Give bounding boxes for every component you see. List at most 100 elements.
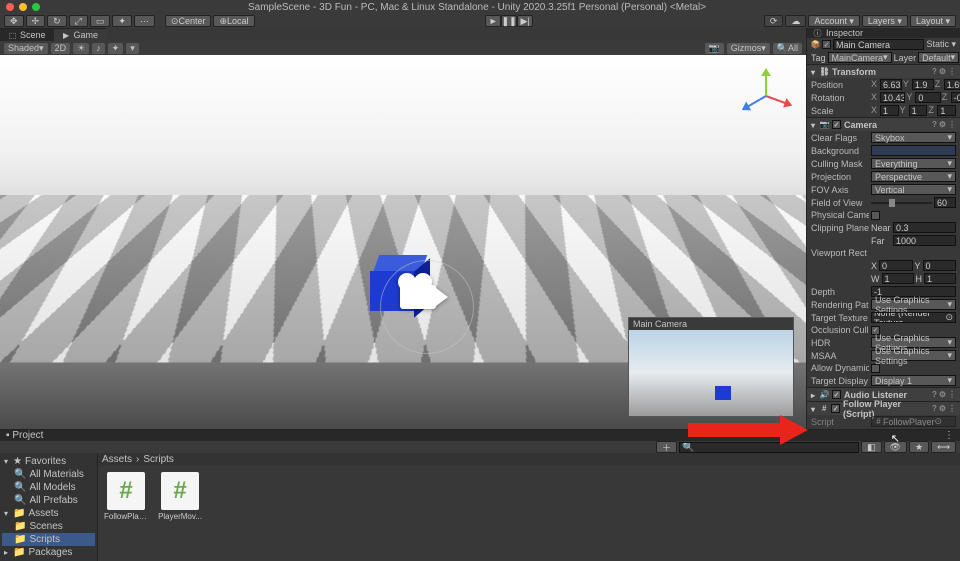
- close-window-button[interactable]: [6, 3, 14, 11]
- fov-value[interactable]: 60: [934, 197, 956, 208]
- move-tool[interactable]: ✢: [26, 15, 46, 27]
- tag-dropdown[interactable]: MainCamera▾: [828, 52, 892, 63]
- project-search[interactable]: 🔍: [679, 442, 859, 453]
- fav-all-prefabs[interactable]: 🔍 All Prefabs: [2, 494, 95, 507]
- gizmos-dropdown[interactable]: Gizmos ▾: [727, 43, 770, 54]
- scene-viewport[interactable]: Main Camera: [0, 55, 806, 429]
- tab-inspector[interactable]: ⓘInspector: [807, 28, 960, 38]
- toggle-skybox[interactable]: ▾: [126, 43, 139, 54]
- layout-dropdown[interactable]: Layout ▾: [910, 15, 956, 27]
- toggle-2d[interactable]: 2D: [51, 43, 71, 54]
- pos-z[interactable]: 1.69: [944, 79, 960, 90]
- orientation-gizmo[interactable]: [738, 67, 794, 123]
- menu-icon[interactable]: ⋮: [948, 390, 956, 399]
- follow-player-header[interactable]: #✓Follow Player (Script)?⚙⋮: [807, 402, 960, 415]
- menu-icon[interactable]: ⋮: [948, 120, 956, 129]
- fov-axis-dropdown[interactable]: Vertical▾: [871, 184, 956, 195]
- tab-scene[interactable]: ⬚Scene: [0, 28, 54, 41]
- dynres-checkbox[interactable]: [871, 364, 880, 373]
- filter-button[interactable]: ◧: [861, 441, 882, 453]
- viewport-y[interactable]: 0: [923, 260, 956, 271]
- layers-dropdown[interactable]: Layers ▾: [862, 15, 908, 27]
- msaa-dropdown[interactable]: Use Graphics Settings▾: [871, 350, 956, 361]
- rot-y[interactable]: 0: [915, 92, 940, 103]
- assets-folder[interactable]: 📁 Assets: [2, 507, 95, 520]
- maximize-window-button[interactable]: [32, 3, 40, 11]
- rot-x[interactable]: 10.434: [880, 92, 905, 103]
- scl-x[interactable]: 1: [880, 105, 899, 116]
- render-path-dropdown[interactable]: Use Graphics Settings▾: [871, 299, 956, 310]
- fov-slider[interactable]: [871, 202, 932, 204]
- breadcrumb-assets[interactable]: Assets: [102, 454, 132, 465]
- help-icon[interactable]: ?: [932, 404, 937, 413]
- fav-button[interactable]: ★: [909, 441, 929, 453]
- multi-tool[interactable]: ✦: [112, 15, 132, 27]
- tab-project[interactable]: ▪ Project: [6, 430, 43, 441]
- asset-playermovement[interactable]: # PlayerMov...: [158, 472, 202, 555]
- toggle-lighting[interactable]: ☀: [73, 43, 89, 54]
- target-display-dropdown[interactable]: Display 1▾: [871, 375, 956, 386]
- scl-z[interactable]: 1: [937, 105, 956, 116]
- scale-tool[interactable]: ⤢: [69, 15, 88, 27]
- scl-y[interactable]: 1: [909, 105, 928, 116]
- follow-enabled-checkbox[interactable]: ✓: [831, 404, 840, 413]
- project-menu-icon[interactable]: ⋮: [944, 430, 954, 441]
- pos-y[interactable]: 1.9: [912, 79, 934, 90]
- custom-tool[interactable]: ⋯: [134, 15, 155, 27]
- pivot-local-toggle[interactable]: ⊕ Local: [213, 15, 254, 27]
- layer-dropdown[interactable]: Default▾: [918, 52, 959, 63]
- transform-header[interactable]: ⛓Transform?⚙⋮: [807, 65, 960, 78]
- clear-flags-dropdown[interactable]: Skybox▾: [871, 132, 956, 143]
- preset-icon[interactable]: ⚙: [939, 67, 946, 76]
- slider-icon[interactable]: ⟷: [931, 441, 956, 453]
- camera-header[interactable]: 📷✓Camera?⚙⋮: [807, 118, 960, 131]
- preset-icon[interactable]: ⚙: [939, 390, 946, 399]
- breadcrumb-scripts[interactable]: Scripts: [143, 454, 174, 465]
- rotate-tool[interactable]: ↻: [47, 15, 67, 27]
- account-dropdown[interactable]: Account ▾: [808, 15, 860, 27]
- tab-game[interactable]: ▶Game: [54, 28, 107, 41]
- camera-gizmo-icon[interactable]: [400, 285, 436, 309]
- projection-dropdown[interactable]: Perspective▾: [871, 171, 956, 182]
- minimize-window-button[interactable]: [19, 3, 27, 11]
- toggle-fx[interactable]: ✦: [108, 43, 124, 54]
- search-scene[interactable]: 🔍 All: [773, 43, 802, 54]
- preset-icon[interactable]: ⚙: [939, 404, 946, 413]
- background-color[interactable]: [871, 145, 956, 156]
- pause-button[interactable]: ❚❚: [501, 15, 517, 27]
- viewport-x[interactable]: 0: [879, 260, 912, 271]
- static-dropdown[interactable]: Static ▾: [926, 39, 956, 50]
- camera-enabled-checkbox[interactable]: ✓: [832, 120, 841, 129]
- near-clip[interactable]: 0.3: [893, 222, 956, 233]
- audio-enabled-checkbox[interactable]: ✓: [832, 390, 841, 399]
- add-asset-button[interactable]: ＋: [656, 441, 677, 453]
- pos-x[interactable]: 6.63: [880, 79, 902, 90]
- rot-z[interactable]: -0.001: [951, 92, 960, 103]
- help-icon[interactable]: ?: [932, 67, 937, 76]
- asset-followplayer[interactable]: # FollowPlay...: [104, 472, 148, 555]
- fav-all-materials[interactable]: 🔍 All Materials: [2, 468, 95, 481]
- pivot-center-toggle[interactable]: ⊙ Center: [165, 15, 212, 27]
- rect-tool[interactable]: ▭: [90, 15, 111, 27]
- play-button[interactable]: ►: [485, 15, 501, 27]
- culling-dropdown[interactable]: Everything▾: [871, 158, 956, 169]
- folder-scenes[interactable]: 📁 Scenes: [2, 520, 95, 533]
- menu-icon[interactable]: ⋮: [948, 404, 956, 413]
- draw-mode-dropdown[interactable]: Shaded ▾: [4, 43, 48, 54]
- camera-button[interactable]: 📷: [705, 43, 724, 54]
- hand-tool[interactable]: ✥: [4, 15, 24, 27]
- menu-icon[interactable]: ⋮: [948, 67, 956, 76]
- collab-button[interactable]: ⟳: [764, 15, 784, 27]
- preset-icon[interactable]: ⚙: [939, 120, 946, 129]
- step-button[interactable]: ▶|: [517, 15, 533, 27]
- fav-all-models[interactable]: 🔍 All Models: [2, 481, 95, 494]
- packages-folder[interactable]: 📁 Packages: [2, 546, 95, 559]
- help-icon[interactable]: ?: [932, 390, 937, 399]
- active-checkbox[interactable]: ✓: [822, 40, 831, 49]
- viewport-w[interactable]: 1: [882, 273, 914, 284]
- physical-camera-checkbox[interactable]: [871, 211, 880, 220]
- hidden-button[interactable]: 👁: [884, 441, 907, 453]
- target-texture-field[interactable]: None (Render Texture ⊙: [871, 312, 956, 323]
- object-name-field[interactable]: Main Camera: [833, 39, 924, 50]
- toggle-audio[interactable]: ♪: [92, 43, 105, 54]
